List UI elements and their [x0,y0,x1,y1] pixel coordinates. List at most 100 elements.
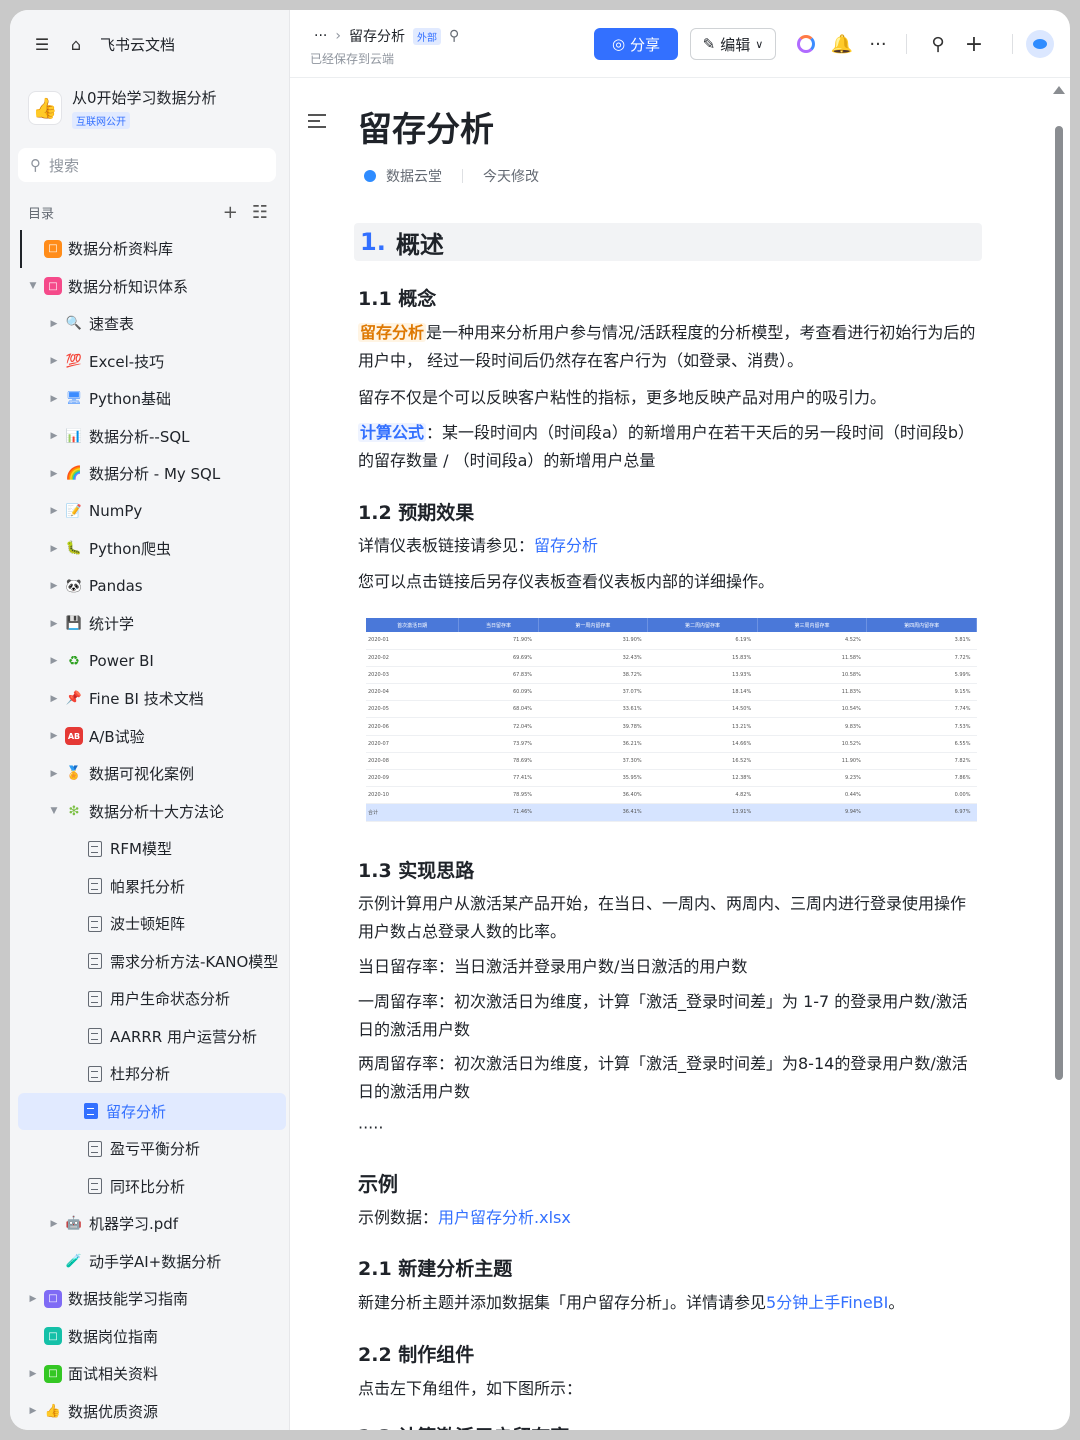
document-icon [86,990,104,1008]
chevron-down-icon[interactable]: ▼ [26,281,40,291]
top-header: ··· › 留存分析 外部 ⚲ 已经保存到云端 ◎ 分享 ✎ 编辑 ∨ 🔔 ··… [290,10,1070,78]
pin-icon[interactable]: ⚲ [449,28,459,44]
chevron-right-icon[interactable]: ▶ [47,469,61,479]
sidebar-item[interactable]: 用户生命状态分析 [10,980,290,1018]
list-settings-icon[interactable]: ☷ [252,202,268,223]
sidebar-item[interactable]: ▶ 📌 Fine BI 技术文档 [10,680,290,718]
sidebar-item-label: 同环比分析 [110,1177,186,1196]
workspace-header[interactable]: 👍 从0开始学习数据分析 互联网公开 [28,82,278,134]
sidebar-item[interactable]: ▶ 🏅 数据可视化案例 [10,755,290,793]
sidebar-item[interactable]: RFM模型 [10,830,290,868]
sidebar-item[interactable]: ▶ 🖥 Python基础 [10,380,290,418]
sidebar-item[interactable]: AARRR 用户运营分析 [10,1018,290,1056]
page-title: 留存分析 [358,110,494,150]
chevron-right-icon[interactable]: ▶ [47,694,61,704]
sidebar-item-label: Python爬虫 [89,540,171,559]
highlight-formula: 计算公式 [358,423,427,442]
avatar[interactable] [1026,30,1054,58]
paragraph-dashboard-link: 详情仪表板链接请参见：留存分析 [358,532,978,560]
chevron-right-icon[interactable]: ▶ [47,656,61,666]
sidebar-item[interactable]: ▶ 📝 NumPy [10,493,290,531]
sidebar-item[interactable]: ▶ 👍 数据优质资源 [10,1393,290,1431]
sidebar-item[interactable]: 杜邦分析 [10,1055,290,1093]
sidebar-item[interactable]: ▶ □ 数据技能学习指南 [10,1280,290,1318]
chevron-right-icon[interactable]: ▶ [26,1369,40,1379]
sidebar-item-label: 帕累托分析 [110,877,186,896]
sample-data-link[interactable]: 用户留存分析.xlsx [438,1208,571,1227]
bell-icon[interactable]: 🔔 [830,32,854,56]
sidebar-item[interactable]: ▶ 🔍 速查表 [10,305,290,343]
edit-button[interactable]: ✎ 编辑 ∨ [690,28,776,60]
sidebar-item[interactable]: ▶ 💾 统计学 [10,605,290,643]
search-icon[interactable]: ⚲ [926,32,950,56]
plus-icon[interactable]: + [962,32,986,57]
sidebar-item[interactable]: ▶ 🤖 机器学习.pdf [10,1205,290,1243]
sidebar-item-label: 动手学AI+数据分析 [89,1252,222,1271]
more-icon[interactable]: ··· [866,32,890,56]
chevron-right-icon[interactable]: ▶ [47,581,61,591]
chevron-right-icon: › [335,28,341,44]
scroll-up-arrow[interactable] [1053,86,1065,94]
chevron-down-icon[interactable]: ▼ [47,806,61,816]
sidebar-item[interactable]: 需求分析方法-KANO模型 [10,943,290,981]
chevron-right-icon[interactable]: ▶ [47,319,61,329]
recycle-icon: ♻ [68,653,80,669]
table-cell: 37.07% [538,683,648,702]
chevron-right-icon[interactable]: ▶ [47,394,61,404]
chevron-right-icon[interactable]: ▶ [26,1406,40,1416]
table-cell: 7.86% [866,769,977,788]
table-cell: 6.97% [866,803,977,822]
sidebar-item[interactable]: ▶ 🐼 Pandas [10,568,290,606]
chevron-right-icon[interactable]: ▶ [47,731,61,741]
chevron-right-icon[interactable]: ▶ [26,1294,40,1304]
sidebar-item[interactable]: 盈亏平衡分析 [10,1130,290,1168]
home-icon[interactable]: ⌂ [66,34,86,54]
table-cell: 2020-02 [366,649,459,667]
sidebar-item[interactable]: 波士顿矩阵 [10,905,290,943]
chevron-right-icon[interactable]: ▶ [47,506,61,516]
sidebar-item[interactable]: ▶ 🌈 数据分析 - My SQL [10,455,290,493]
finebi-guide-link[interactable]: 5分钟上手FineBI [766,1293,888,1312]
table-cell: 39.78% [538,717,648,736]
chevron-right-icon[interactable]: ▶ [47,431,61,441]
document-icon [86,1177,104,1195]
add-icon[interactable]: + [223,202,238,223]
chevron-right-icon[interactable]: ▶ [47,769,61,779]
sidebar-item[interactable]: ▼ □ 数据分析知识体系 [10,268,290,306]
sidebar-item[interactable]: ▼ ❇ 数据分析十大方法论 [10,793,290,831]
chevron-right-icon[interactable]: ▶ [47,1219,61,1229]
ai-assistant-icon[interactable] [794,32,818,56]
sidebar-item[interactable]: 留存分析 [18,1092,286,1130]
search-input[interactable]: ⚲ 搜索 [18,148,276,182]
breadcrumb-title[interactable]: 留存分析 [349,26,405,46]
scrollbar[interactable] [1055,126,1063,1080]
sidebar-item[interactable]: □ 数据岗位指南 [10,1318,290,1356]
dashboard-link[interactable]: 留存分析 [534,536,598,555]
sidebar-item[interactable]: ▶ ♻ Power BI [10,643,290,681]
edit-label: 编辑 [720,35,751,54]
sidebar-item[interactable]: ▶ □ 面试相关资料 [10,1355,290,1393]
sidebar-item[interactable]: □ 数据分析资料库 [20,230,290,268]
sidebar-item[interactable]: ▶ AB A/B试验 [10,718,290,756]
sidebar-item[interactable]: ▶ 🐛 Python爬虫 [10,530,290,568]
author-name[interactable]: 数据云堂 [386,166,442,186]
document-icon [86,840,104,858]
sidebar-item[interactable]: 帕累托分析 [10,868,290,906]
sidebar-item[interactable]: ▶ 💯 Excel-技巧 [10,343,290,381]
sidebar-item[interactable]: 同环比分析 [10,1168,290,1206]
sidebar-item[interactable]: 🧪 动手学AI+数据分析 [10,1243,290,1281]
outline-icon[interactable] [308,114,326,128]
paragraph-two-week-retention: 两周留存率：初次激活日为维度，计算「激活_登录时间差」为8-14的登录用户数/激… [358,1054,968,1101]
chevron-right-icon[interactable]: ▶ [47,619,61,629]
sidebar-item-label: 留存分析 [106,1102,167,1121]
chevron-right-icon[interactable]: ▶ [47,544,61,554]
collapse-sidebar-icon[interactable]: ☰ [32,34,52,54]
sidebar-item[interactable]: ▶ 📊 数据分析--SQL [10,418,290,456]
app-title[interactable]: 飞书云文档 [100,34,175,55]
chevron-right-icon[interactable]: ▶ [47,356,61,366]
heading-2-3: 2.3 计算激活用户留存率 [358,1422,569,1430]
paragraph-new-subject: 新建分析主题并添加数据集「用户留存分析」。详情请参见5分钟上手FineBI。 [358,1289,978,1317]
table-total-row: 合计 71.46% 36.41% 13.91% 9.94% 6.97% [366,803,977,822]
breadcrumb-more[interactable]: ··· [314,28,327,44]
share-button[interactable]: ◎ 分享 [594,28,678,60]
